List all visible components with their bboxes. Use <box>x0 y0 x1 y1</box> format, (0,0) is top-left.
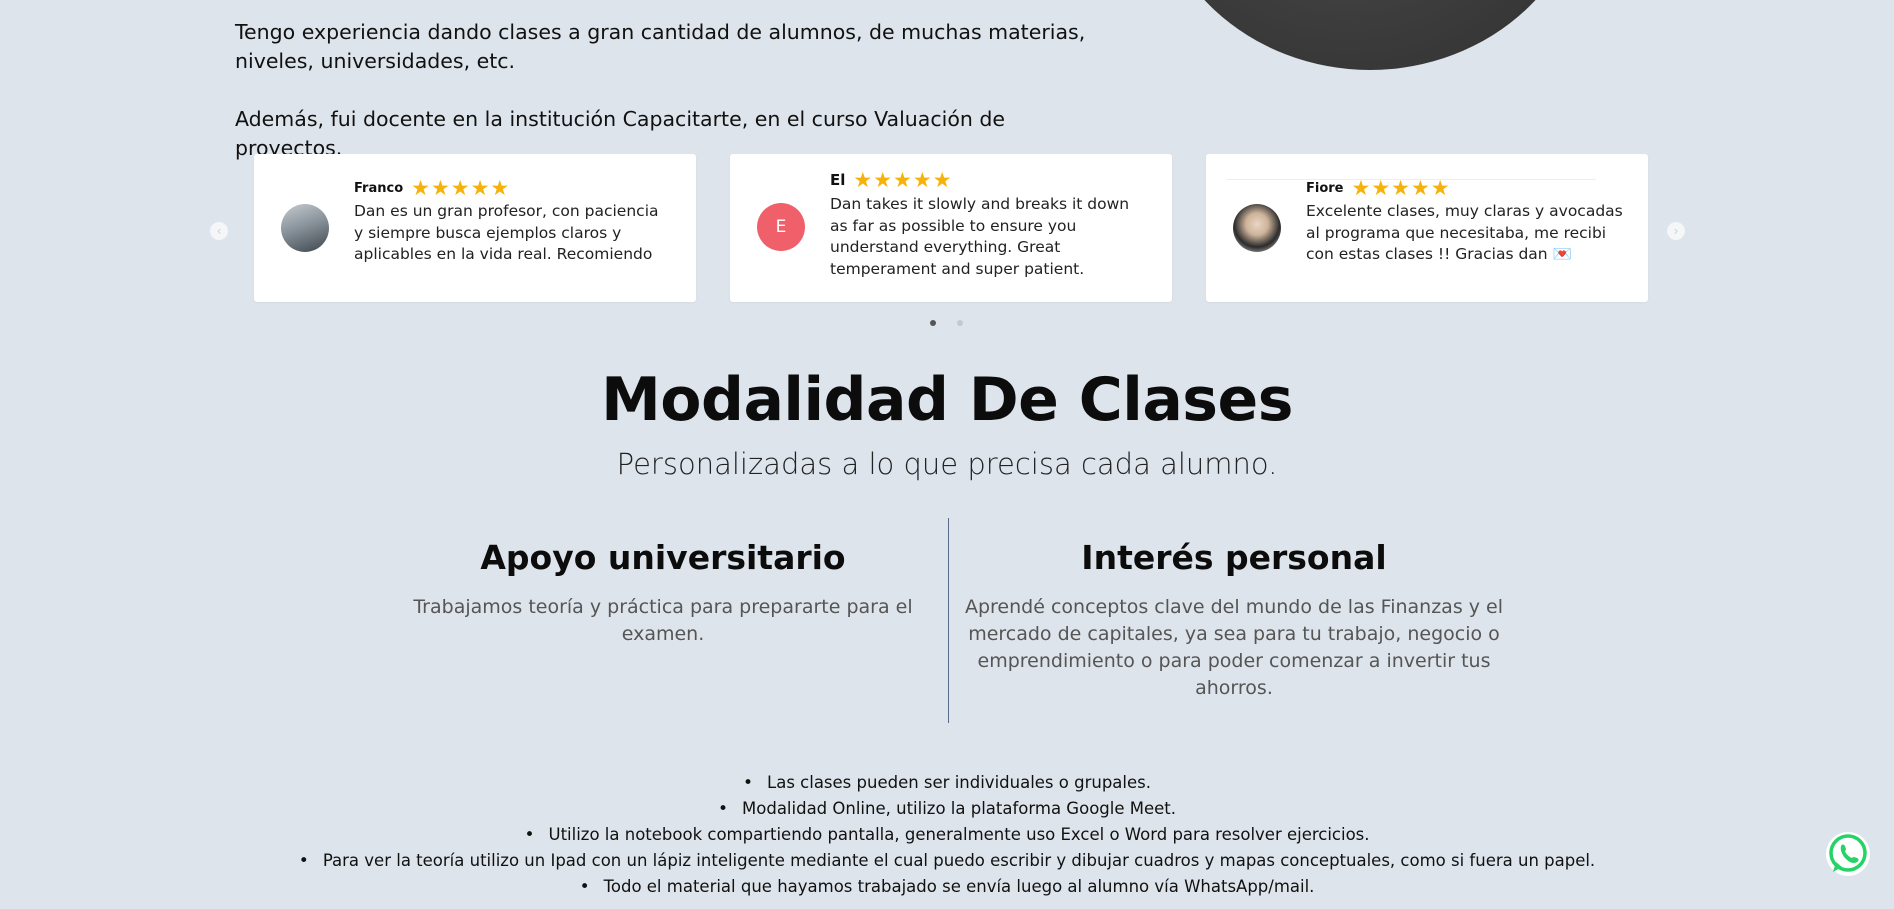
star-rating-icon: ★★★★★ <box>411 176 511 200</box>
reviewer-avatar: E <box>757 203 805 251</box>
list-item: Las clases pueden ser individuales o gru… <box>0 770 1894 796</box>
pagination-dot-2[interactable] <box>957 320 963 326</box>
review-card-franco: Franco ★★★★★ Dan es un gran profesor, co… <box>254 154 696 302</box>
reviewer-name: El <box>830 171 846 189</box>
pagination-dot-1[interactable] <box>930 320 936 326</box>
column-text: Trabajamos teoría y práctica para prepar… <box>413 596 913 645</box>
reviewer-name: Fiore <box>1306 180 1344 196</box>
review-text: Excelente clases, muy claras y avocadas … <box>1306 202 1623 263</box>
review-header: Franco ★★★★★ <box>354 176 511 200</box>
whatsapp-button[interactable] <box>1826 832 1870 876</box>
carousel-prev-arrow-icon[interactable]: ‹ <box>210 222 228 240</box>
interes-personal-column: Interés personal Aprendé conceptos clave… <box>964 536 1504 702</box>
list-item: Modalidad Online, utilizo la plataforma … <box>0 796 1894 822</box>
column-heading: Apoyo universitario <box>480 538 846 577</box>
reviewer-avatar <box>1233 204 1281 252</box>
class-details-list: Las clases pueden ser individuales o gru… <box>0 770 1894 900</box>
section-subtitle: Personalizadas a lo que precisa cada alu… <box>616 447 1278 481</box>
whatsapp-icon <box>1829 834 1867 872</box>
reviews-carousel: ‹ › Franco ★★★★★ Dan es un gran profesor… <box>0 0 1894 340</box>
reviewer-name: Franco <box>354 180 404 196</box>
column-text: Aprendé conceptos clave del mundo de las… <box>964 596 1504 699</box>
apoyo-universitario-column: Apoyo universitario Trabajamos teoría y … <box>393 536 933 648</box>
column-divider <box>948 518 949 723</box>
list-item: Utilizo la notebook compartiendo pantall… <box>0 822 1894 848</box>
carousel-next-arrow-icon[interactable]: › <box>1667 222 1685 240</box>
review-text: Dan es un gran profesor, con paciencia y… <box>354 202 659 263</box>
star-rating-icon: ★★★★★ <box>853 168 953 192</box>
carousel-pagination <box>930 320 963 326</box>
review-header: El ★★★★★ <box>830 168 953 192</box>
star-rating-icon: ★★★★★ <box>1351 176 1451 200</box>
review-card-fiore: Fiore ★★★★★ Excelente clases, muy claras… <box>1206 154 1648 302</box>
review-header: Fiore ★★★★★ <box>1306 176 1451 200</box>
list-item: Para ver la teoría utilizo un Ipad con u… <box>0 848 1894 874</box>
list-item: Todo el material que hayamos trabajado s… <box>0 874 1894 900</box>
section-title: Modalidad De Clases <box>601 365 1293 435</box>
reviewer-avatar <box>281 204 329 252</box>
review-card-el: E El ★★★★★ Dan takes it slowly and break… <box>730 154 1172 302</box>
column-heading: Interés personal <box>1081 538 1387 577</box>
review-text: Dan takes it slowly and breaks it down a… <box>830 195 1130 278</box>
